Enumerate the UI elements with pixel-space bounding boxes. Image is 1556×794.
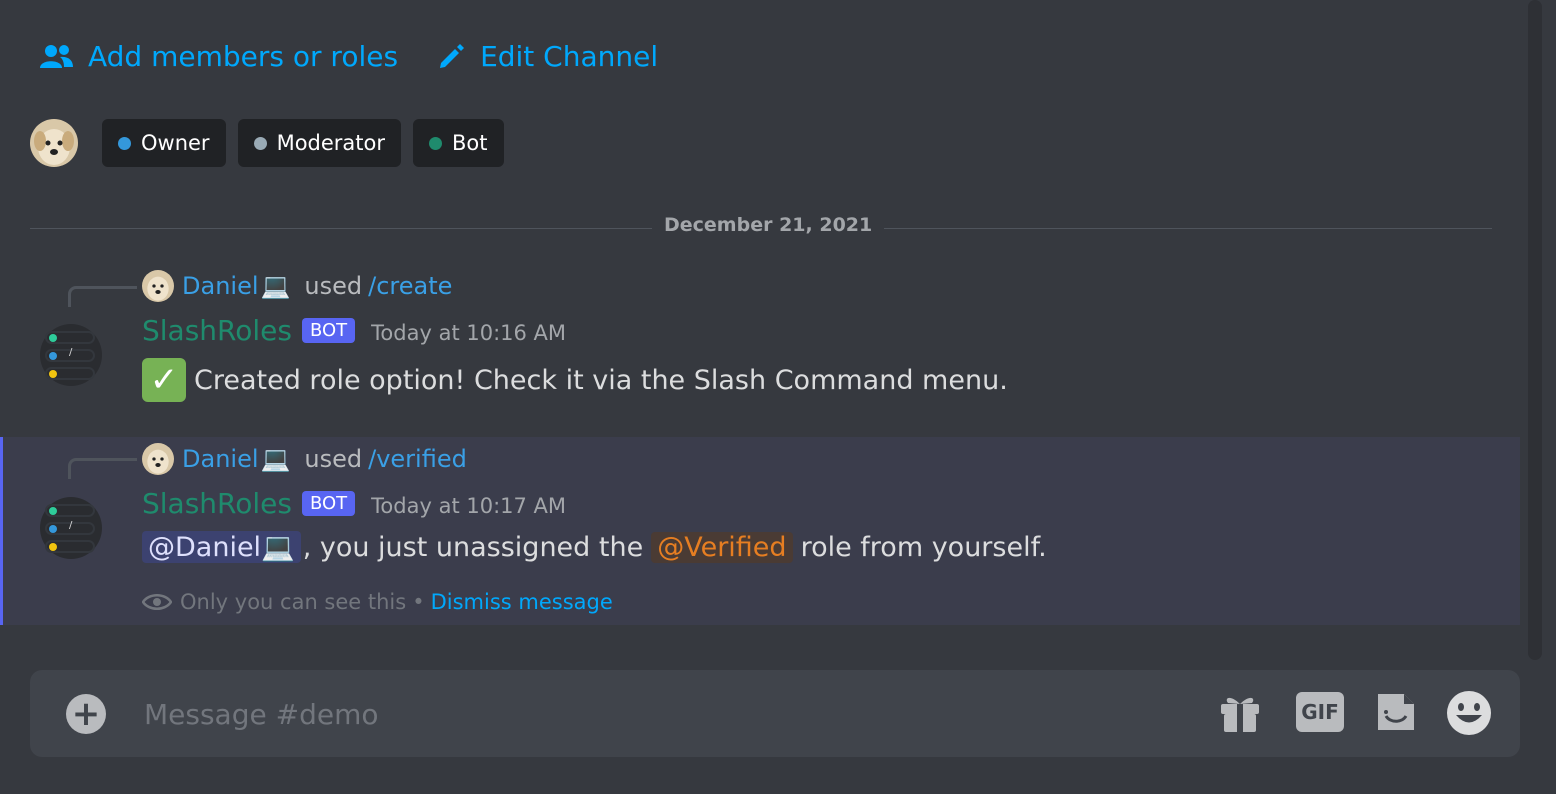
message-text: Created role option! Check it via the Sl… bbox=[194, 364, 1008, 396]
laptop-emoji: 💻 bbox=[260, 445, 291, 473]
dog-avatar-image bbox=[30, 119, 78, 167]
role-color-dot bbox=[429, 136, 443, 150]
add-members-label: Add members or roles bbox=[88, 39, 399, 73]
avatar-bar: / bbox=[45, 347, 95, 362]
check-mark-icon: ✓ bbox=[142, 358, 186, 402]
reply-connector bbox=[68, 286, 137, 307]
avatar[interactable] bbox=[142, 443, 174, 475]
timestamp: Today at 10:17 AM bbox=[371, 494, 567, 518]
role-pill-owner[interactable]: Owner bbox=[102, 119, 226, 167]
bot-badge: BOT bbox=[301, 491, 356, 516]
edit-channel-label: Edit Channel bbox=[480, 39, 659, 73]
laptop-emoji: 💻 bbox=[260, 272, 291, 300]
reply-username[interactable]: Daniel bbox=[182, 445, 259, 473]
message-text: role from yourself. bbox=[800, 531, 1047, 563]
avatar-bar bbox=[45, 367, 95, 380]
sticker-icon[interactable] bbox=[1374, 690, 1418, 734]
user-mention[interactable]: @Daniel💻 bbox=[142, 531, 301, 563]
edit-channel-button[interactable]: Edit Channel bbox=[438, 40, 658, 73]
avatar-bar: / bbox=[45, 520, 95, 535]
ephemeral-label: Only you can see this bbox=[180, 590, 407, 614]
reply-used-label: used bbox=[304, 272, 363, 300]
dog-avatar-image bbox=[142, 270, 174, 302]
avatar[interactable] bbox=[30, 119, 78, 167]
date-divider-label: December 21, 2021 bbox=[652, 214, 885, 236]
reply-username[interactable]: Daniel bbox=[182, 272, 259, 300]
add-members-button[interactable]: Add members or roles bbox=[40, 40, 398, 73]
scrollbar-track bbox=[1542, 0, 1556, 794]
message-header: SlashRoles BOT Today at 10:17 AM bbox=[142, 487, 566, 520]
avatar-bar bbox=[45, 504, 95, 517]
author-name[interactable]: SlashRoles bbox=[142, 487, 292, 520]
message-text: , you just unassigned the bbox=[302, 531, 644, 563]
message-input[interactable] bbox=[142, 690, 1196, 738]
message-header: SlashRoles BOT Today at 10:16 AM bbox=[142, 314, 566, 347]
command-reply-line: Daniel 💻 used /verified bbox=[142, 443, 467, 475]
avatar-bar bbox=[45, 540, 95, 553]
message-item[interactable]: Daniel 💻 used /create / SlashRoles BOT T… bbox=[0, 262, 1520, 432]
bot-avatar[interactable]: / bbox=[40, 324, 102, 386]
scrollbar-thumb[interactable] bbox=[1528, 0, 1542, 660]
command-reply-line: Daniel 💻 used /create bbox=[142, 270, 452, 302]
bot-badge: BOT bbox=[301, 318, 356, 343]
message-composer: + GIF bbox=[30, 670, 1520, 757]
role-name: Bot bbox=[452, 131, 488, 155]
channel-actions: Add members or roles Edit Channel bbox=[40, 36, 698, 76]
role-mention[interactable]: @Verified bbox=[651, 531, 793, 563]
gif-button[interactable]: GIF bbox=[1296, 692, 1344, 732]
avatar[interactable] bbox=[142, 270, 174, 302]
separator-dot: • bbox=[412, 590, 425, 614]
timestamp: Today at 10:16 AM bbox=[371, 321, 567, 345]
role-pill-moderator[interactable]: Moderator bbox=[237, 119, 402, 167]
ephemeral-notice: Only you can see this • Dismiss message bbox=[142, 590, 613, 614]
role-name: Moderator bbox=[276, 131, 386, 155]
bot-avatar[interactable]: / bbox=[40, 497, 102, 559]
channel-roles-row: Owner Moderator Bot bbox=[30, 119, 516, 167]
eye-icon bbox=[142, 594, 172, 610]
message-item[interactable]: Daniel 💻 used /verified / SlashRoles BOT… bbox=[0, 437, 1520, 625]
upload-plus-button[interactable]: + bbox=[66, 694, 106, 734]
avatar-bar bbox=[45, 331, 95, 344]
person-add-icon bbox=[40, 45, 73, 68]
role-pill-bot[interactable]: Bot bbox=[413, 119, 504, 167]
reply-used-label: used bbox=[304, 445, 363, 473]
slash-command-link[interactable]: /create bbox=[368, 272, 452, 300]
slash-command-link[interactable]: /verified bbox=[368, 445, 467, 473]
role-color-dot bbox=[118, 136, 131, 150]
gift-icon[interactable] bbox=[1218, 692, 1262, 734]
role-name: Owner bbox=[141, 131, 210, 155]
emoji-icon[interactable] bbox=[1446, 690, 1492, 736]
author-name[interactable]: SlashRoles bbox=[142, 314, 292, 347]
pencil-icon bbox=[440, 44, 465, 68]
role-color-dot bbox=[253, 136, 267, 150]
reply-connector bbox=[68, 458, 137, 479]
message-content: ✓ Created role option! Check it via the … bbox=[142, 358, 1008, 402]
dismiss-message-link[interactable]: Dismiss message bbox=[431, 590, 613, 614]
message-content: @Daniel💻 , you just unassigned the @Veri… bbox=[142, 531, 1047, 563]
dog-avatar-image bbox=[142, 443, 174, 475]
